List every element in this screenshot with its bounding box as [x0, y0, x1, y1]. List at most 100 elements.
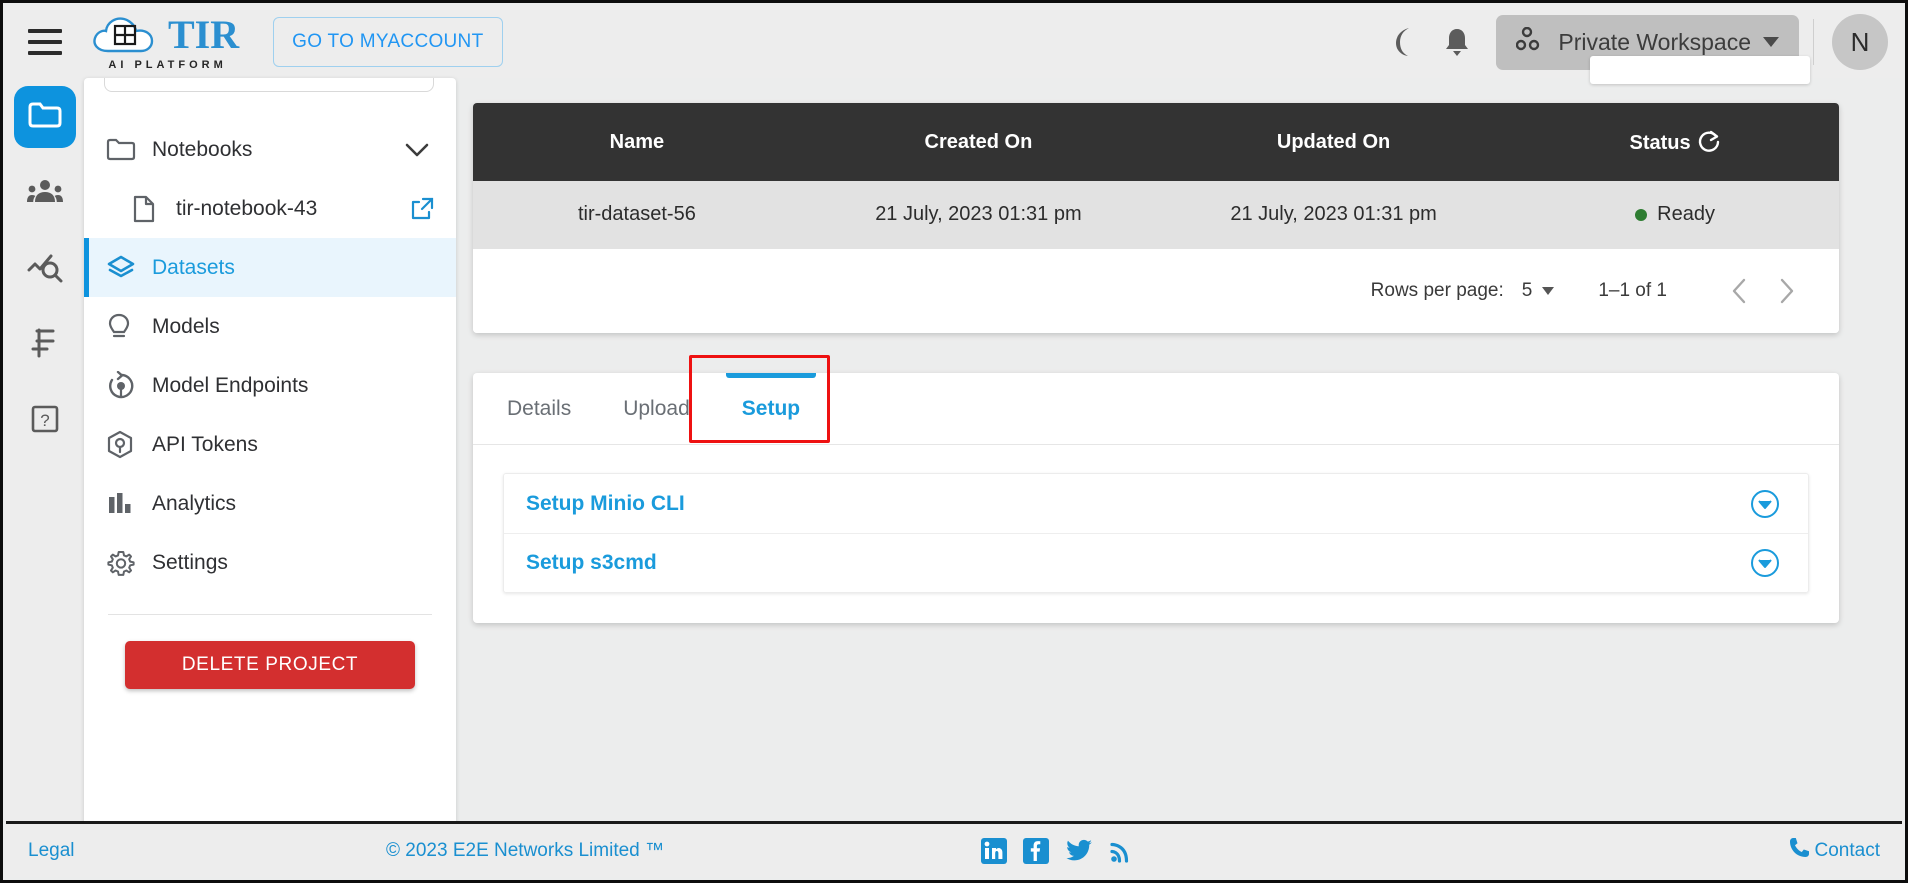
pagination-range: 1–1 of 1 [1598, 279, 1667, 301]
brand-logo: TIR AI PLATFORM [90, 13, 239, 71]
bar-chart-icon [106, 491, 152, 517]
rail-item-help[interactable]: ? [14, 390, 76, 452]
sidebar-item-label: API Tokens [152, 432, 258, 456]
sidebar-item-tir-notebook-43[interactable]: tir-notebook-43 [84, 179, 456, 238]
sidebar-item-notebooks[interactable]: Notebooks [84, 120, 456, 179]
main-content: Name Created On Updated On Status tir-da… [473, 56, 1885, 820]
table-pagination: Rows per page: 5 1–1 of 1 [473, 248, 1839, 333]
workspace-icon [1516, 26, 1546, 58]
sidebar-item-label: Settings [152, 550, 228, 574]
accordion-setup-s3cmd[interactable]: Setup s3cmd [504, 533, 1808, 592]
rail-item-team[interactable] [14, 162, 76, 224]
tab-setup[interactable]: Setup [716, 373, 826, 444]
accordion-setup-minio-cli[interactable]: Setup Minio CLI [504, 474, 1808, 533]
folder-icon [106, 137, 152, 162]
footer-social-links [981, 837, 1133, 864]
rows-per-page-select[interactable]: 5 [1522, 280, 1555, 302]
table-header-row: Name Created On Updated On Status [473, 103, 1839, 181]
bell-icon[interactable] [1430, 15, 1484, 69]
hamburger-icon[interactable] [28, 29, 62, 55]
column-header-status[interactable]: Status [1511, 103, 1839, 181]
footer-legal-link[interactable]: Legal [28, 840, 75, 862]
table-header: Name Created On Updated On Status [473, 103, 1839, 181]
table-body: tir-dataset-56 21 July, 2023 01:31 pm 21… [473, 181, 1839, 249]
sidebar-item-label: Notebooks [152, 137, 253, 161]
app-window: TIR AI PLATFORM GO TO MYACCOUNT Private … [0, 0, 1908, 883]
cell-created-on: 21 July, 2023 01:31 pm [875, 203, 1082, 226]
folder-icon [28, 101, 62, 134]
sidebar-item-datasets[interactable]: Datasets [84, 238, 456, 297]
accordion-title: Setup s3cmd [526, 551, 657, 574]
tab-details[interactable]: Details [481, 373, 597, 444]
rss-icon[interactable] [1109, 838, 1133, 864]
workspace-label: Private Workspace [1558, 28, 1751, 55]
sidebar-item-models[interactable]: Models [84, 297, 456, 356]
chevron-down-icon [1542, 286, 1555, 295]
top-action-card-partial [1590, 56, 1810, 84]
footer-contact-link[interactable]: Contact [1789, 836, 1880, 866]
phone-icon [1789, 836, 1811, 866]
chevron-right-icon[interactable] [1763, 269, 1809, 313]
project-nav-list: Notebooks tir-notebook-43 Datasets Model… [84, 120, 456, 689]
dataset-detail-card: Details Upload Setup Setup Minio CLI Set… [473, 355, 1839, 623]
go-to-myaccount-button[interactable]: GO TO MYACCOUNT [273, 17, 503, 67]
chevron-left-icon[interactable] [1717, 269, 1763, 313]
page-footer: Legal © 2023 E2E Networks Limited ™ Cont… [6, 821, 1902, 877]
cloud-logo-icon [90, 13, 162, 57]
moon-icon[interactable] [1376, 15, 1430, 69]
footer-copyright: © 2023 E2E Networks Limited ™ [386, 839, 665, 861]
setup-accordion-list: Setup Minio CLI Setup s3cmd [503, 473, 1809, 593]
tab-bar: Details Upload Setup [473, 373, 1839, 445]
linkedin-icon[interactable] [981, 837, 1007, 864]
project-search-input[interactable] [104, 78, 434, 92]
project-nav-panel: Notebooks tir-notebook-43 Datasets Model… [84, 78, 456, 825]
sidebar-item-model-endpoints[interactable]: Model Endpoints [84, 356, 456, 415]
bulb-icon [106, 312, 152, 342]
facebook-icon[interactable] [1023, 837, 1049, 864]
chevron-down-icon[interactable] [404, 142, 430, 158]
nav-divider [108, 614, 432, 615]
cube-icon [106, 430, 152, 460]
status-badge: Ready [1657, 203, 1715, 225]
avatar[interactable]: N [1832, 14, 1888, 70]
cell-status: Ready [1511, 181, 1839, 249]
endpoint-icon [106, 370, 152, 401]
tab-upload[interactable]: Upload [597, 373, 716, 444]
datasets-table: Name Created On Updated On Status tir-da… [473, 103, 1839, 249]
sidebar-item-label: Models [152, 314, 220, 338]
sidebar-item-api-tokens[interactable]: API Tokens [84, 415, 456, 474]
chevron-down-circle-icon[interactable] [1750, 548, 1780, 578]
table-row[interactable]: tir-dataset-56 21 July, 2023 01:31 pm 21… [473, 181, 1839, 249]
file-icon [132, 195, 176, 223]
svg-text:?: ? [40, 411, 49, 430]
sidebar-item-settings[interactable]: Settings [84, 533, 456, 592]
rows-per-page-label: Rows per page: [1370, 279, 1504, 301]
refresh-icon[interactable] [1697, 129, 1721, 153]
help-box-icon: ? [30, 404, 60, 439]
chevron-down-circle-icon[interactable] [1750, 489, 1780, 519]
sidebar-item-label: tir-notebook-43 [176, 196, 318, 220]
header-divider [1813, 19, 1814, 65]
sidebar-item-label: Datasets [152, 255, 235, 279]
icon-rail: ? [6, 78, 84, 877]
datasets-table-card: Name Created On Updated On Status tir-da… [473, 103, 1839, 333]
rail-item-projects[interactable] [14, 86, 76, 148]
column-header-created-on[interactable]: Created On [801, 103, 1156, 181]
column-header-status-label: Status [1629, 132, 1691, 154]
gear-icon [106, 548, 152, 578]
analytics-search-icon [27, 251, 63, 288]
external-link-icon[interactable] [410, 197, 434, 221]
column-header-updated-on[interactable]: Updated On [1156, 103, 1511, 181]
delete-project-button[interactable]: DELETE PROJECT [125, 641, 415, 689]
twitter-icon[interactable] [1065, 838, 1093, 864]
sidebar-item-label: Model Endpoints [152, 373, 309, 397]
brand-subtitle: AI PLATFORM [108, 59, 227, 71]
rail-item-monitoring[interactable] [14, 238, 76, 300]
sidebar-item-analytics[interactable]: Analytics [84, 474, 456, 533]
rupee-icon [31, 327, 59, 364]
cell-updated-on: 21 July, 2023 01:31 pm [1230, 203, 1437, 226]
rows-per-page-value: 5 [1521, 279, 1533, 301]
column-header-name[interactable]: Name [473, 103, 801, 181]
rail-item-billing[interactable] [14, 314, 76, 376]
layers-icon [106, 254, 152, 282]
